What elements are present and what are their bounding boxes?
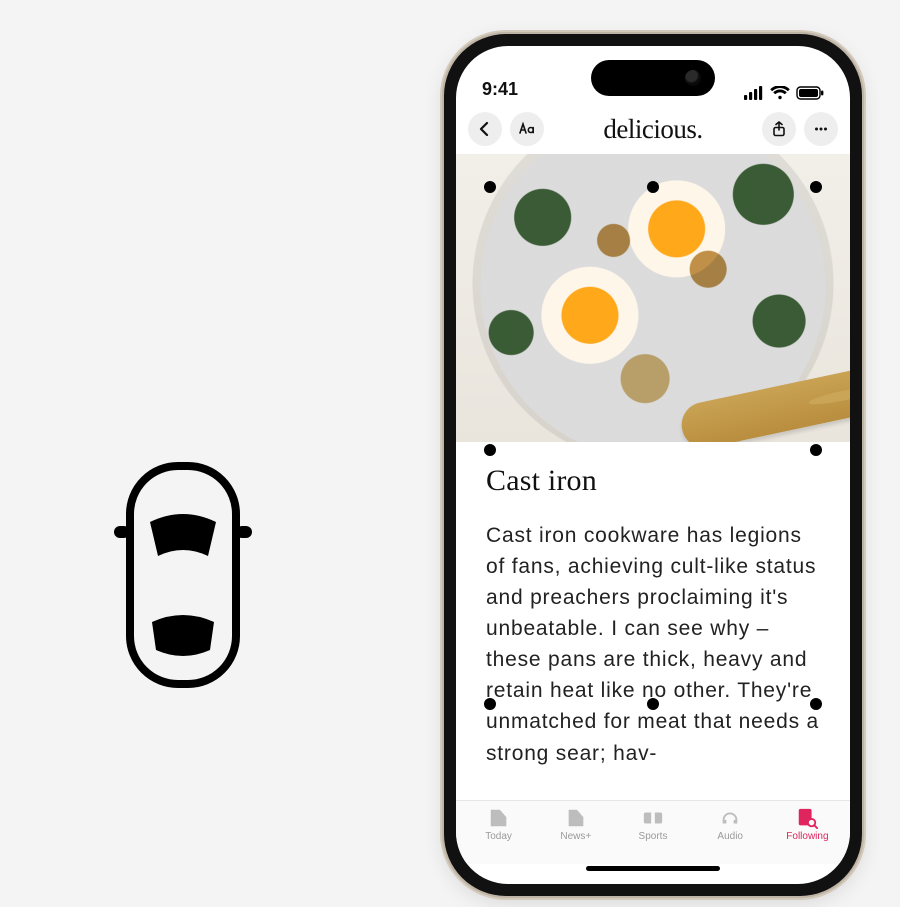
wifi-icon [770, 86, 790, 100]
cellular-icon [744, 86, 764, 100]
share-button[interactable] [762, 112, 796, 146]
headphones-icon [718, 807, 742, 829]
tab-bar: Today News+ Sports Audio [456, 800, 850, 864]
tab-label: Today [485, 831, 512, 842]
tab-label: Following [786, 831, 828, 842]
ellipsis-icon [813, 121, 829, 137]
article-body[interactable]: Cast iron Cast iron cookware has legions… [456, 442, 850, 800]
tab-newsplus[interactable]: News+ [537, 807, 614, 842]
scoreboard-icon [641, 807, 665, 829]
phone-screen: 9:41 [456, 46, 850, 884]
share-icon [771, 121, 787, 137]
car-top-down-icon [108, 460, 258, 690]
more-button[interactable] [804, 112, 838, 146]
article-paragraph: Cast iron cookware has legions of fans, … [486, 520, 820, 769]
back-button[interactable] [468, 112, 502, 146]
dot-handle[interactable] [484, 444, 496, 456]
status-time: 9:41 [482, 79, 518, 100]
phone-frame: 9:41 [444, 34, 862, 896]
text-size-icon [519, 121, 535, 137]
tab-audio[interactable]: Audio [692, 807, 769, 842]
publication-title: delicious. [552, 114, 754, 145]
article-title: Cast iron [486, 464, 820, 498]
dot-handle[interactable] [647, 698, 659, 710]
tab-label: News+ [560, 831, 591, 842]
status-right-cluster [744, 86, 824, 100]
following-search-icon [795, 807, 819, 829]
dot-handle[interactable] [810, 181, 822, 193]
dot-handle[interactable] [647, 181, 659, 193]
article-hero-image [456, 154, 850, 442]
tab-label: Audio [717, 831, 743, 842]
dot-handle[interactable] [484, 698, 496, 710]
dynamic-island [591, 60, 715, 96]
news-plus-icon [564, 807, 588, 829]
dot-handle[interactable] [810, 444, 822, 456]
dot-handle[interactable] [810, 698, 822, 710]
tab-today[interactable]: Today [460, 807, 537, 842]
battery-icon [796, 86, 824, 100]
chevron-left-icon [477, 121, 493, 137]
tab-label: Sports [639, 831, 668, 842]
tab-sports[interactable]: Sports [614, 807, 691, 842]
text-format-button[interactable] [510, 112, 544, 146]
news-today-icon [487, 807, 511, 829]
tab-following[interactable]: Following [769, 807, 846, 842]
article-nav-bar: delicious. [456, 104, 850, 154]
dot-handle[interactable] [484, 181, 496, 193]
home-indicator[interactable] [456, 864, 850, 884]
